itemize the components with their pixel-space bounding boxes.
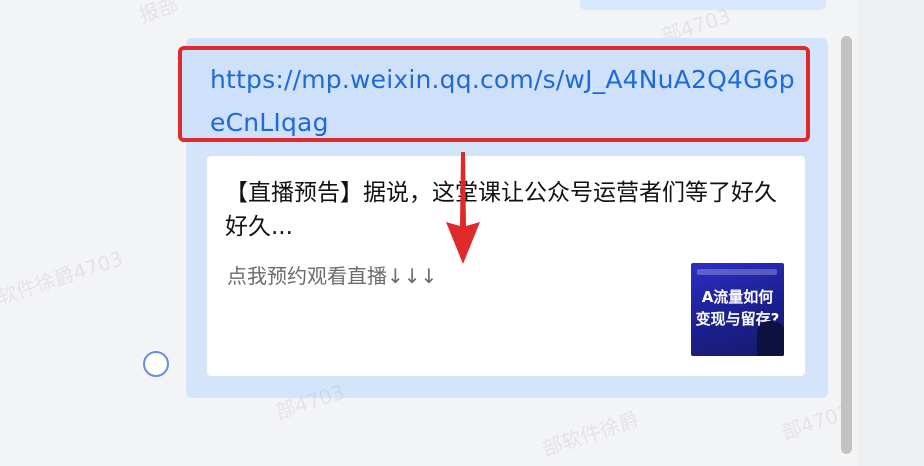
link-highlight-box: https://mp.weixin.qq.com/s/wJ_A4NuA2Q4G6…: [178, 46, 810, 142]
annotation-arrow-icon: [446, 152, 480, 264]
watermark: 软件徐爵4703: [0, 246, 126, 310]
thumbnail-person-figure: [757, 321, 784, 356]
article-card-description: 点我预约观看直播↓↓↓: [227, 264, 438, 288]
previous-message-bubble[interactable]: [580, 0, 826, 10]
scrollbar-thumb[interactable]: [841, 36, 852, 454]
window-edge: [858, 0, 924, 466]
thumbnail-header-bar: [697, 269, 777, 275]
message-link[interactable]: https://mp.weixin.qq.com/s/wJ_A4NuA2Q4G6…: [210, 58, 800, 144]
watermark: 报部: [135, 0, 182, 28]
chat-window: 报部 部4703 软件徐爵4703 https://mp.weixin.qq.c…: [0, 0, 924, 466]
watermark: 部软件徐爵: [539, 407, 642, 461]
article-card[interactable]: 【直播预告】据说，这堂课让公众号运营者们等了好久好久... 点我预约观看直播↓↓…: [207, 156, 805, 376]
article-card-title: 【直播预告】据说，这堂课让公众号运营者们等了好久好久...: [225, 180, 777, 240]
message-select-checkbox[interactable]: [143, 351, 169, 377]
article-card-thumbnail: A流量如何 变现与留存?: [691, 263, 784, 356]
thumbnail-text-line1: A流量如何: [701, 288, 774, 306]
